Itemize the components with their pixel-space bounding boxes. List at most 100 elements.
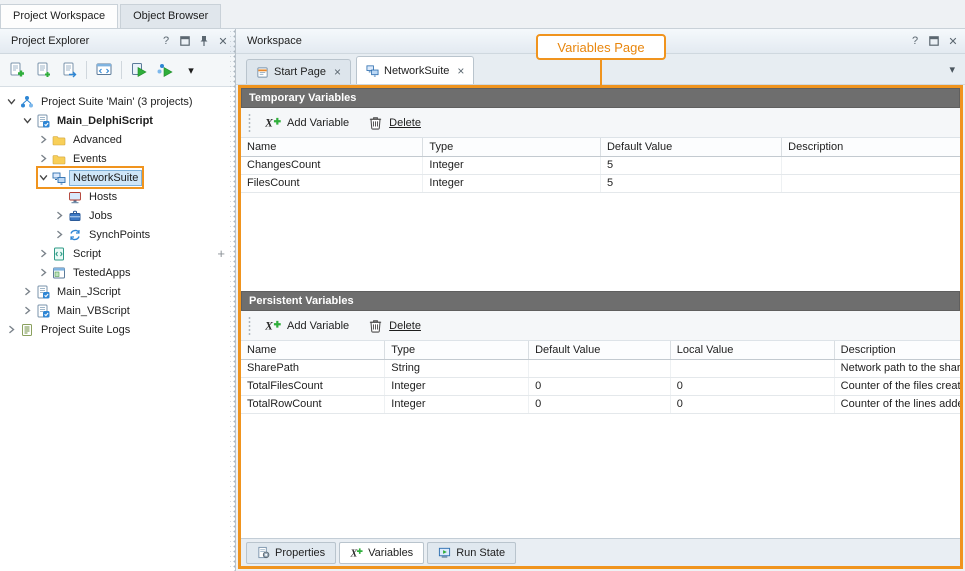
table-cell[interactable]: TotalFilesCount (241, 377, 385, 395)
close-icon[interactable]: ✕ (947, 35, 959, 47)
column-header[interactable]: Default Value (600, 138, 781, 156)
run-suite-icon[interactable] (153, 58, 177, 82)
add-new-project-icon[interactable] (5, 58, 29, 82)
table-cell[interactable]: 5 (600, 156, 781, 174)
table-row[interactable]: FilesCountInteger5 (241, 174, 960, 192)
panel-header-actions: ?✕ (160, 35, 229, 47)
svg-text:X: X (350, 549, 358, 559)
tree-item-synchpoints[interactable]: SynchPoints (0, 225, 235, 244)
tree-item-main-delphiscript[interactable]: Main_DelphiScript (0, 111, 235, 130)
chevron-right-icon[interactable] (6, 324, 17, 335)
tree-item-project-suite-main[interactable]: Project Suite 'Main' (3 projects) (0, 92, 235, 111)
chevron-right-icon[interactable] (22, 305, 33, 316)
edit-code-icon[interactable] (92, 58, 116, 82)
toolbar-grip[interactable] (247, 316, 252, 336)
table-cell[interactable]: String (385, 359, 529, 377)
tab-project-workspace[interactable]: Project Workspace (0, 4, 118, 28)
tab-networksuite[interactable]: NetworkSuite × (356, 56, 474, 84)
float-window-icon[interactable] (179, 35, 191, 47)
chevron-down-icon[interactable] (38, 172, 49, 183)
column-header[interactable]: Default Value (529, 341, 671, 359)
column-header[interactable]: Description (834, 341, 960, 359)
table-cell[interactable]: 0 (529, 395, 671, 413)
add-variable-button[interactable]: X Add Variable (260, 113, 354, 132)
table-cell[interactable]: Integer (385, 377, 529, 395)
table-cell[interactable] (670, 359, 834, 377)
chevron-right-icon[interactable] (38, 134, 49, 145)
table-cell[interactable]: 0 (529, 377, 671, 395)
chevron-right-icon[interactable] (38, 267, 49, 278)
toolbar-grip[interactable] (247, 113, 252, 133)
dropdown-icon[interactable]: ▾ (949, 63, 955, 76)
tab-properties[interactable]: Properties (246, 542, 336, 564)
table-cell[interactable] (782, 174, 960, 192)
table-cell[interactable]: FilesCount (241, 174, 423, 192)
table-row[interactable]: SharePathString Network path to the share… (241, 359, 960, 377)
pin-icon[interactable] (198, 35, 210, 47)
column-header[interactable]: Description (782, 138, 960, 156)
tree-item-script[interactable]: Script+ (0, 244, 235, 263)
button-label: Add Variable (287, 320, 349, 332)
tree-item-hosts[interactable]: Hosts (0, 187, 235, 206)
table-cell[interactable]: Integer (423, 174, 601, 192)
table-cell[interactable]: Counter of the files created. (834, 377, 960, 395)
column-header[interactable]: Type (423, 138, 601, 156)
table-cell[interactable]: Integer (423, 156, 601, 174)
help-icon[interactable]: ? (160, 35, 172, 47)
tree-item-events[interactable]: Events (0, 149, 235, 168)
tree-item-content: Main_DelphiScript (22, 111, 157, 130)
chevron-right-icon[interactable] (54, 229, 65, 240)
tree-item-jobs[interactable]: Jobs (0, 206, 235, 225)
chevron-right-icon[interactable] (54, 210, 65, 221)
help-icon[interactable]: ? (909, 35, 921, 47)
close-icon[interactable]: ✕ (217, 35, 229, 47)
table-cell[interactable] (529, 359, 671, 377)
table-cell[interactable]: 5 (600, 174, 781, 192)
delete-variable-button[interactable]: Delete (362, 113, 426, 132)
table-row[interactable]: TotalRowCountInteger00Counter of the lin… (241, 395, 960, 413)
tab-object-browser[interactable]: Object Browser (120, 4, 221, 28)
panel-splitter[interactable] (230, 29, 235, 571)
tree-item-main-vbscript[interactable]: Main_VBScript (0, 301, 235, 320)
column-header[interactable]: Local Value (670, 341, 834, 359)
table-cell[interactable]: TotalRowCount (241, 395, 385, 413)
chevron-right-icon[interactable] (38, 153, 49, 164)
table-cell[interactable]: ChangesCount (241, 156, 423, 174)
table-row[interactable]: ChangesCountInteger5 (241, 156, 960, 174)
tree-item-testedapps[interactable]: TestedApps (0, 263, 235, 282)
table-cell[interactable] (782, 156, 960, 174)
temporary-variables-table: NameTypeDefault ValueDescriptionChangesC… (241, 138, 960, 193)
table-cell[interactable]: Integer (385, 395, 529, 413)
run-project-icon[interactable] (127, 58, 151, 82)
column-header[interactable]: Type (385, 341, 529, 359)
close-tab-icon[interactable]: × (457, 66, 464, 76)
chevron-right-icon[interactable] (38, 248, 49, 259)
tree-item-networksuite[interactable]: NetworkSuite (0, 168, 235, 187)
tree-item-main-jscript[interactable]: Main_JScript (0, 282, 235, 301)
add-script-unit-button[interactable]: + (217, 247, 225, 260)
add-variable-button[interactable]: X Add Variable (260, 316, 354, 335)
table-cell[interactable]: 0 (670, 377, 834, 395)
column-header[interactable]: Name (241, 138, 423, 156)
table-row[interactable]: TotalFilesCountInteger00Counter of the f… (241, 377, 960, 395)
add-existing-item-icon[interactable] (57, 58, 81, 82)
tab-run-state[interactable]: Run State (427, 542, 516, 564)
tree-item-label: Events (69, 151, 111, 167)
delete-variable-button[interactable]: Delete (362, 316, 426, 335)
tree-item-advanced[interactable]: Advanced (0, 130, 235, 149)
table-cell[interactable]: Network path to the shared f (834, 359, 960, 377)
chevron-right-icon[interactable] (22, 286, 33, 297)
add-new-item-icon[interactable] (31, 58, 55, 82)
tab-start-page[interactable]: Start Page × (246, 59, 351, 84)
table-cell[interactable]: SharePath (241, 359, 385, 377)
tab-variables[interactable]: X Variables (339, 542, 424, 564)
chevron-down-icon[interactable] (22, 115, 33, 126)
close-tab-icon[interactable]: × (334, 67, 341, 77)
table-cell[interactable]: Counter of the lines added to (834, 395, 960, 413)
table-cell[interactable]: 0 (670, 395, 834, 413)
chevron-down-icon[interactable] (6, 96, 17, 107)
column-header[interactable]: Name (241, 341, 385, 359)
dropdown-icon[interactable]: ▾ (179, 58, 203, 82)
tree-item-project-suite-logs[interactable]: Project Suite Logs (0, 320, 235, 339)
float-window-icon[interactable] (928, 35, 940, 47)
